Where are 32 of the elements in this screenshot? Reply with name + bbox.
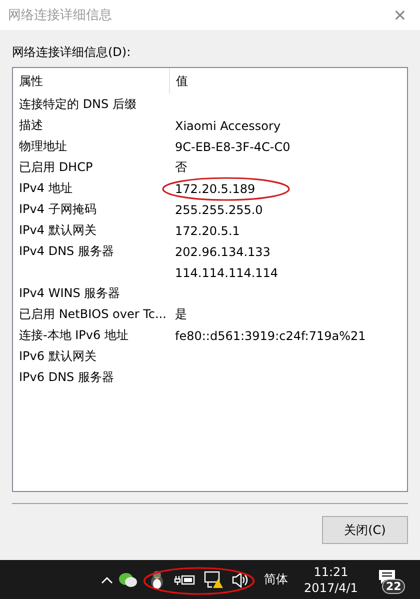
value-cell: fe80::d561:3919:c24f:719a%21 bbox=[175, 328, 366, 342]
property-cell: 连接-本地 IPv6 地址 bbox=[19, 328, 128, 342]
clock-time[interactable]: 11:21 bbox=[314, 564, 348, 580]
list-label: 网络连接详细信息(D): bbox=[12, 44, 131, 61]
value-cell: 9C-EB-E8-3F-4C-C0 bbox=[175, 140, 290, 154]
property-cell: 已启用 DHCP bbox=[19, 160, 93, 174]
property-cell: IPv4 子网掩码 bbox=[19, 202, 96, 216]
property-cell: IPv4 WINS 服务器 bbox=[19, 286, 120, 300]
property-cell: 描述 bbox=[19, 118, 43, 132]
property-cell: IPv6 DNS 服务器 bbox=[19, 370, 114, 384]
value-cell: 114.114.114.114 bbox=[175, 266, 278, 280]
value-cell: 202.96.134.133 bbox=[175, 244, 270, 258]
value-cell: 172.20.5.1 bbox=[175, 224, 240, 238]
clock-date[interactable]: 2017/4/1 bbox=[304, 580, 358, 596]
value-cell: 255.255.255.0 bbox=[175, 202, 263, 216]
property-cell: 已启用 NetBIOS over Tc... bbox=[19, 307, 166, 321]
property-cell: 连接特定的 DNS 后缀 bbox=[19, 97, 136, 111]
column-header[interactable]: 属性 bbox=[19, 68, 170, 94]
column-header[interactable]: 值 bbox=[176, 68, 188, 94]
value-cell: 否 bbox=[175, 160, 187, 174]
value-cell: Xiaomi Accessory bbox=[175, 118, 281, 132]
value-cell: 是 bbox=[175, 307, 187, 321]
window-title: 网络连接详细信息 bbox=[8, 7, 112, 24]
value-cell: 172.20.5.189 bbox=[175, 182, 256, 196]
property-cell: IPv4 地址 bbox=[19, 181, 72, 195]
property-cell: 物理地址 bbox=[19, 139, 67, 153]
input-method-indicator[interactable]: 简体 bbox=[264, 571, 288, 588]
notification-count: 22 bbox=[382, 578, 406, 594]
property-cell: IPv6 默认网关 bbox=[19, 349, 96, 363]
property-cell: IPv4 默认网关 bbox=[19, 223, 96, 237]
close-dialog-button[interactable]: 关闭(C) bbox=[322, 516, 408, 544]
property-cell: IPv4 DNS 服务器 bbox=[19, 244, 114, 258]
